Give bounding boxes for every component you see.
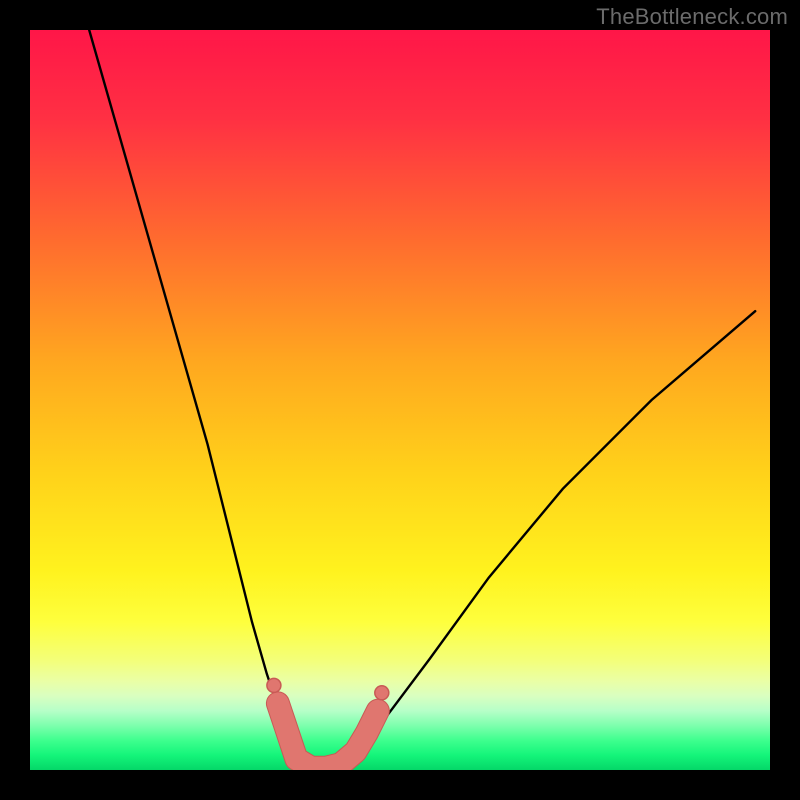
- chart-svg: [30, 30, 770, 770]
- plot-area: [30, 30, 770, 770]
- watermark-text: TheBottleneck.com: [596, 4, 788, 30]
- frame: TheBottleneck.com: [0, 0, 800, 800]
- bottleneck-curve: [89, 30, 755, 770]
